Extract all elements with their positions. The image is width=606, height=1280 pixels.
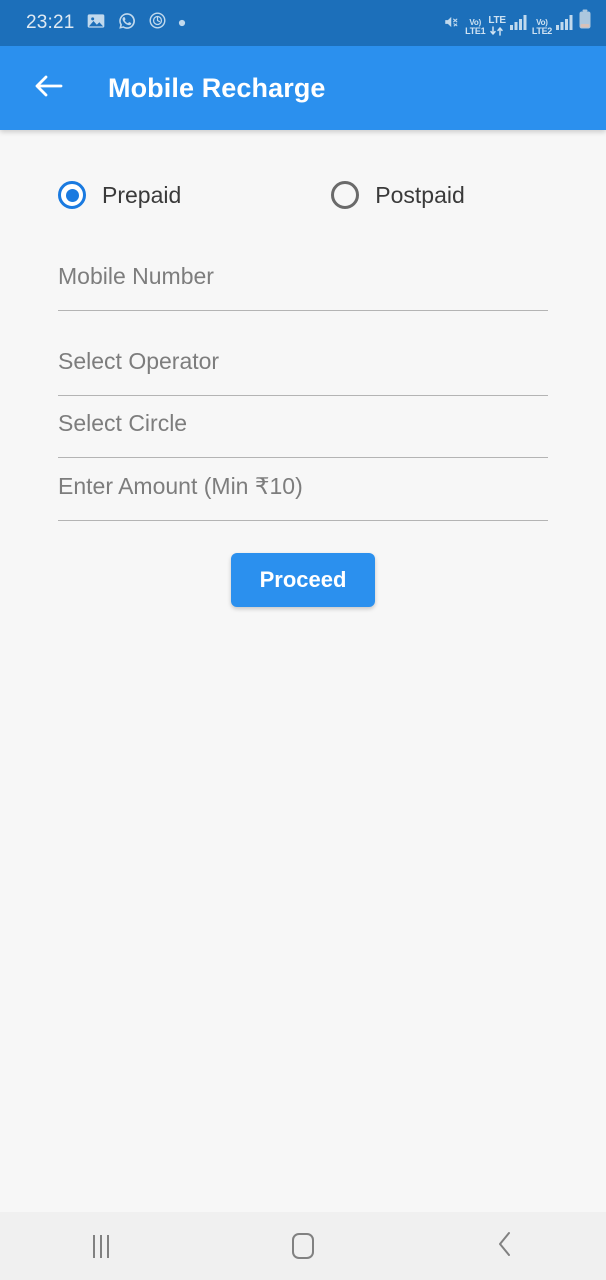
- recents-icon: [93, 1234, 109, 1258]
- submit-row: Proceed: [58, 553, 548, 607]
- select-circle-underline: [58, 457, 548, 458]
- mobile-number-placeholder: Mobile Number: [58, 263, 214, 289]
- image-icon: [86, 11, 106, 36]
- radio-option-prepaid[interactable]: Prepaid: [58, 181, 181, 209]
- enter-amount-underline: [58, 520, 548, 521]
- connection-type-group: Prepaid Postpaid: [58, 181, 548, 209]
- back-chevron-icon: [496, 1230, 514, 1263]
- status-bar: 23:21 Vo) LTE1 LTE Vo) LTE2: [0, 0, 606, 46]
- mute-icon: [442, 13, 462, 36]
- signal-bars-icon: [509, 14, 529, 36]
- field-mobile-number[interactable]: Mobile Number: [58, 263, 548, 311]
- recents-button[interactable]: [55, 1212, 147, 1280]
- home-icon: [292, 1233, 314, 1259]
- system-navigation-bar: [0, 1212, 606, 1280]
- field-select-operator[interactable]: Select Operator: [58, 348, 548, 396]
- status-bar-left: 23:21: [26, 11, 186, 36]
- clock-icon: [148, 11, 167, 35]
- radio-postpaid-label: Postpaid: [375, 181, 465, 208]
- home-button[interactable]: [257, 1212, 349, 1280]
- app-bar: Mobile Recharge: [0, 46, 606, 130]
- proceed-button[interactable]: Proceed: [230, 553, 376, 607]
- radio-postpaid-icon[interactable]: [331, 181, 360, 209]
- back-button[interactable]: [26, 66, 70, 110]
- field-enter-amount[interactable]: Enter Amount (Min ₹10): [58, 473, 548, 521]
- lte-arrows-icon: LTE: [488, 15, 506, 37]
- arrow-left-icon: [31, 71, 65, 106]
- enter-amount-placeholder: Enter Amount (Min ₹10): [58, 473, 303, 499]
- select-circle-placeholder: Select Circle: [58, 410, 188, 436]
- page-title: Mobile Recharge: [108, 72, 326, 103]
- field-select-circle[interactable]: Select Circle: [58, 410, 548, 458]
- select-operator-underline: [58, 395, 548, 396]
- system-back-button[interactable]: [459, 1212, 551, 1280]
- radio-prepaid-icon[interactable]: [58, 181, 86, 209]
- mobile-number-underline: [58, 310, 548, 311]
- radio-option-postpaid[interactable]: Postpaid: [331, 181, 465, 209]
- volte-lte1-icon: Vo) LTE1: [465, 18, 486, 36]
- select-operator-placeholder: Select Operator: [58, 348, 220, 374]
- radio-prepaid-label: Prepaid: [102, 181, 182, 208]
- battery-icon: [578, 9, 592, 36]
- whatsapp-icon: [117, 11, 137, 36]
- dot-icon: [178, 14, 186, 32]
- recharge-form: Prepaid Postpaid Mobile Number Select Op…: [0, 130, 606, 1212]
- signal-bars-2-icon: [555, 14, 575, 36]
- status-bar-right: Vo) LTE1 LTE Vo) LTE2: [442, 9, 592, 37]
- status-bar-clock: 23:21: [26, 12, 75, 33]
- volte-lte2-icon: Vo) LTE2: [531, 18, 552, 36]
